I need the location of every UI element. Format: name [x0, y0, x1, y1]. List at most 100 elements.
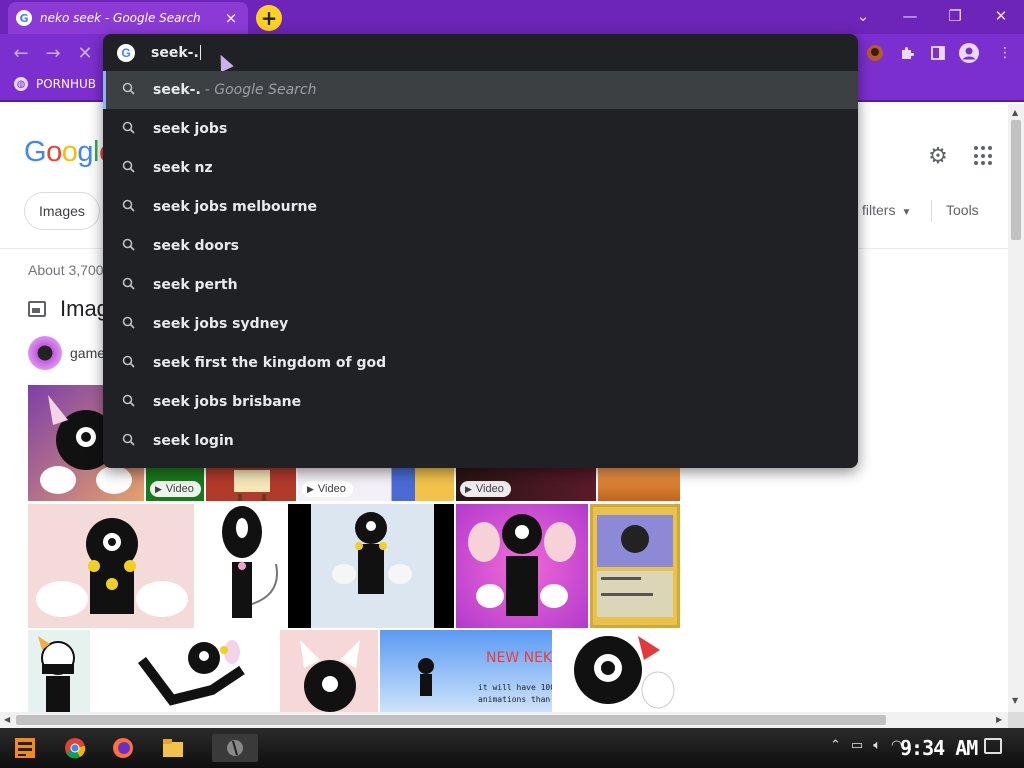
- omnibox-suggestion[interactable]: seek-. - Google Search: [103, 71, 858, 109]
- browser-title-bar: G neko seek - Google Search × + ⌄ — ❐ ✕: [0, 0, 1024, 34]
- video-result[interactable]: ▶ Video: [146, 468, 204, 501]
- side-panel-icon[interactable]: [927, 42, 949, 64]
- extension-avatar-icon[interactable]: [864, 42, 886, 64]
- related-chip-games[interactable]: game: [28, 336, 105, 370]
- file-explorer-icon[interactable]: [158, 734, 188, 762]
- close-window-button[interactable]: ✕: [986, 4, 1016, 28]
- google-favicon-icon: G: [16, 10, 32, 26]
- image-result[interactable]: [206, 468, 296, 501]
- taskbar-clock[interactable]: 9:34 AM: [900, 736, 978, 760]
- search-icon: [119, 82, 137, 99]
- images-filter-chip[interactable]: Images: [24, 192, 100, 230]
- image-result[interactable]: [288, 504, 454, 628]
- omnibox-dropdown: G seek-. seek-. - Google Search seek jobs s…: [103, 34, 858, 468]
- horizontal-scrollbar[interactable]: ◀ ▶: [0, 712, 1008, 728]
- new-tab-button[interactable]: +: [256, 5, 282, 31]
- image-result[interactable]: NEW NEKO it will have 1000 animations than…: [380, 630, 552, 712]
- google-apps-grid-icon[interactable]: [974, 146, 994, 166]
- suggestion-text: seek jobs melbourne: [153, 199, 318, 215]
- tools-button[interactable]: Tools: [946, 202, 979, 218]
- image-result[interactable]: [28, 630, 90, 712]
- address-bar-input[interactable]: G seek-.: [103, 34, 858, 71]
- omnibox-suggestion[interactable]: seek jobs melbourne: [103, 188, 858, 226]
- video-result[interactable]: ▶ Video: [298, 468, 454, 501]
- bookmark-item[interactable]: ◍ PORNHUB: [14, 77, 96, 91]
- omnibox-suggestion[interactable]: seek perth: [103, 266, 858, 304]
- video-result[interactable]: ▶ Video: [456, 468, 596, 501]
- suggestion-text: seek jobs: [153, 121, 228, 137]
- suggestion-text: seek jobs brisbane: [153, 394, 302, 410]
- globe-icon: ◍: [14, 77, 28, 91]
- system-tray: ⌃ ▭ 🔈︎ ◠: [830, 738, 902, 753]
- image-result[interactable]: [196, 504, 286, 628]
- search-icon: [119, 160, 137, 177]
- chrome-icon[interactable]: [60, 734, 90, 762]
- taskbar-app-active[interactable]: [212, 734, 258, 762]
- scroll-up-icon[interactable]: ▲: [1012, 108, 1018, 117]
- text-caret: [199, 45, 201, 60]
- tab-close-icon[interactable]: ×: [222, 9, 240, 27]
- svg-text:animations than i: animations than i: [478, 695, 552, 704]
- omnibox-suggestion[interactable]: seek jobs brisbane: [103, 383, 858, 421]
- play-icon: ▶: [307, 483, 314, 494]
- omnibox-suggestion[interactable]: seek login: [103, 422, 858, 460]
- extensions-puzzle-icon[interactable]: [896, 42, 918, 64]
- image-result[interactable]: [598, 468, 680, 501]
- suggestion-text: seek jobs sydney: [153, 316, 289, 332]
- search-icon: [119, 277, 137, 294]
- omnibox-suggestion[interactable]: seek nz: [103, 149, 858, 187]
- chip-label: game: [70, 345, 106, 361]
- caret-down-icon: ▼: [901, 207, 912, 218]
- scroll-right-icon[interactable]: ▶: [996, 715, 1002, 724]
- browser-tab[interactable]: G neko seek - Google Search ×: [8, 2, 248, 34]
- vertical-scrollbar[interactable]: ▲ ▼: [1008, 104, 1024, 712]
- play-icon: ▶: [155, 483, 162, 494]
- image-result[interactable]: [590, 504, 680, 628]
- scroll-down-icon[interactable]: ▼: [1012, 696, 1018, 705]
- tab-search-chevron-icon[interactable]: ⌄: [848, 4, 878, 28]
- image-result[interactable]: [456, 504, 588, 628]
- start-button-icon[interactable]: [10, 734, 40, 762]
- image-result[interactable]: [280, 630, 378, 712]
- filter-divider: [931, 200, 932, 222]
- settings-gear-icon[interactable]: ⚙: [926, 144, 950, 169]
- reload-button[interactable]: ✕: [72, 40, 98, 66]
- volume-icon[interactable]: 🔈︎: [873, 738, 881, 753]
- search-icon: [119, 355, 137, 372]
- scrollbar-thumb[interactable]: [1011, 120, 1021, 240]
- search-icon: [119, 316, 137, 333]
- notification-center-icon[interactable]: [984, 738, 1002, 754]
- google-logo[interactable]: Google: [24, 136, 115, 169]
- video-badge: ▶ Video: [150, 481, 201, 497]
- image-result[interactable]: [554, 630, 680, 712]
- omnibox-suggestion[interactable]: seek jobs sydney: [103, 305, 858, 343]
- tab-title: neko seek - Google Search: [40, 11, 201, 25]
- minimize-button[interactable]: —: [895, 4, 925, 28]
- profile-icon[interactable]: [958, 42, 980, 64]
- network-icon[interactable]: ▭: [851, 738, 863, 753]
- back-button[interactable]: ←: [8, 40, 34, 66]
- image-icon: [28, 301, 46, 317]
- video-badge: ▶ Video: [302, 481, 353, 497]
- typed-query[interactable]: seek-.: [151, 45, 201, 61]
- result-count: About 3,700: [28, 262, 104, 278]
- suggestion-suffix: - Google Search: [204, 82, 317, 98]
- image-result[interactable]: [92, 630, 278, 712]
- search-icon: [119, 199, 137, 216]
- forward-button[interactable]: →: [40, 40, 66, 66]
- omnibox-suggestion[interactable]: seek jobs: [103, 110, 858, 148]
- tray-expand-icon[interactable]: ⌃: [830, 738, 841, 753]
- omnibox-suggestion[interactable]: seek doors: [103, 227, 858, 265]
- menu-kebab-icon[interactable]: ⋮: [994, 42, 1016, 64]
- bookmark-label: PORNHUB: [36, 77, 97, 91]
- firefox-icon[interactable]: [108, 734, 138, 762]
- image-result[interactable]: [28, 504, 194, 628]
- all-filters-button[interactable]: filters ▼: [862, 202, 911, 218]
- omnibox-suggestion[interactable]: seek first the kingdom of god: [103, 344, 858, 382]
- scroll-left-icon[interactable]: ◀: [4, 715, 10, 724]
- search-icon: [119, 238, 137, 255]
- play-icon: ▶: [465, 483, 472, 494]
- suggestion-text: seek perth: [153, 277, 238, 293]
- restore-button[interactable]: ❐: [940, 4, 970, 28]
- scrollbar-thumb[interactable]: [16, 715, 886, 725]
